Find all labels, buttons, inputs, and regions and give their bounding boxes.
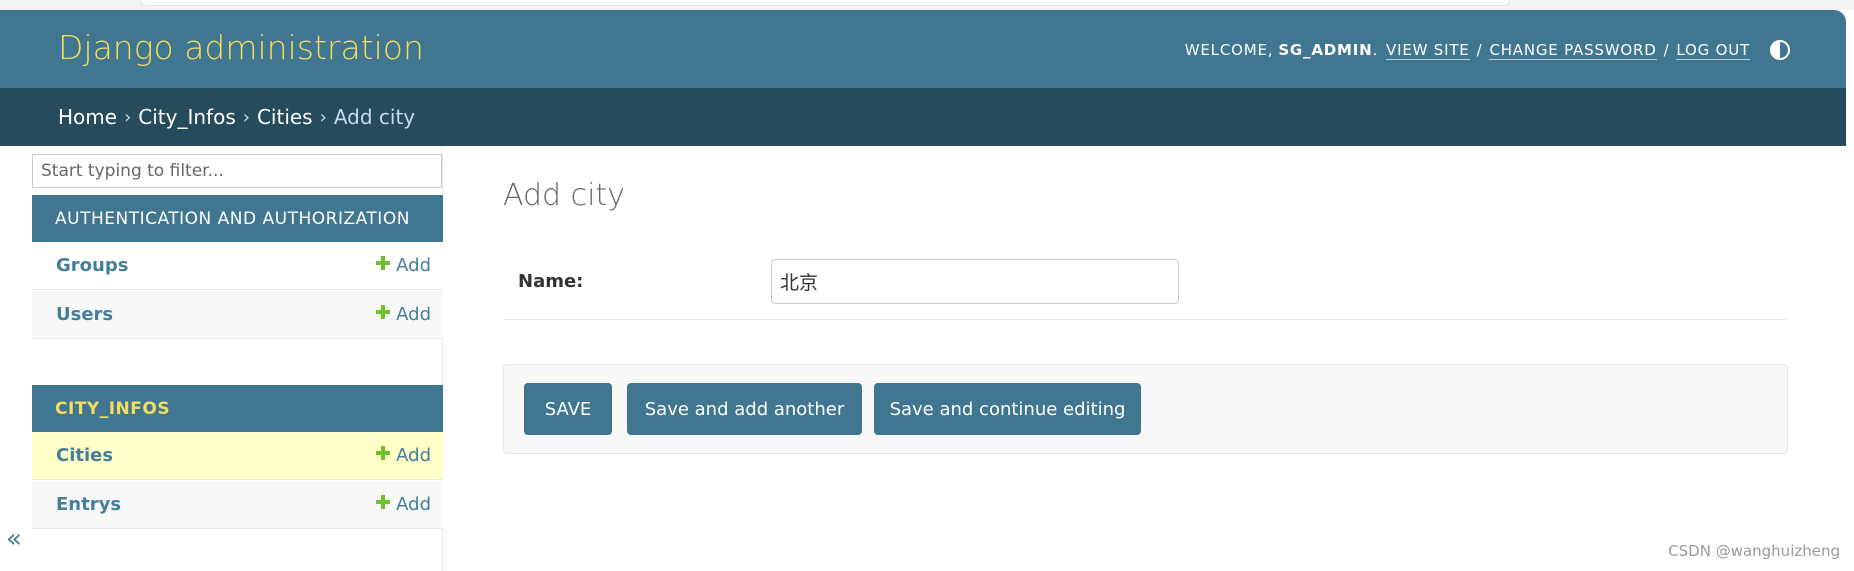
breadcrumb-app[interactable]: City_Infos: [138, 105, 235, 129]
sidebar-collapse-icon[interactable]: «: [6, 524, 22, 554]
add-users-link[interactable]: Add: [376, 304, 431, 325]
plus-icon: [376, 445, 391, 460]
add-label: Add: [396, 304, 431, 325]
theme-toggle-icon[interactable]: [1770, 40, 1790, 60]
nav-filter-input[interactable]: [32, 154, 442, 188]
browser-address-edge: [140, 0, 1510, 6]
model-link-entrys[interactable]: Entrys: [56, 494, 121, 515]
breadcrumb-separator: ›: [319, 106, 327, 128]
watermark: CSDN @wanghuizheng: [1668, 542, 1840, 560]
site-branding[interactable]: Django administration: [58, 28, 424, 67]
nav-sidebar: AUTHENTICATION AND AUTHORIZATION Groups …: [31, 146, 443, 571]
model-link-cities[interactable]: Cities: [56, 445, 113, 466]
breadcrumb-home[interactable]: Home: [58, 105, 117, 129]
header: Django administration WELCOME, SG_ADMIN …: [0, 10, 1846, 88]
name-field-label: Name:: [518, 271, 584, 292]
add-entrys-link[interactable]: Add: [376, 494, 431, 515]
model-link-users[interactable]: Users: [56, 304, 113, 325]
welcome-period: .: [1372, 41, 1379, 59]
breadcrumb-separator: ›: [242, 106, 250, 128]
welcome-text: WELCOME,: [1184, 41, 1274, 59]
user-tools: WELCOME, SG_ADMIN . VIEW SITE / CHANGE P…: [1185, 40, 1790, 60]
page: Django administration WELCOME, SG_ADMIN …: [0, 0, 1854, 571]
module-caption-city-infos[interactable]: CITY_INFOS: [32, 385, 443, 432]
model-link-groups[interactable]: Groups: [56, 255, 128, 276]
save-and-continue-button[interactable]: Save and continue editing: [874, 383, 1141, 435]
add-groups-link[interactable]: Add: [376, 255, 431, 276]
add-cities-link[interactable]: Add: [376, 445, 431, 466]
sidebar-item-users: Users Add: [32, 291, 443, 339]
add-label: Add: [396, 445, 431, 466]
name-field[interactable]: [771, 259, 1179, 304]
separator: /: [1476, 41, 1483, 59]
breadcrumb-current: Add city: [333, 105, 416, 129]
submit-row: SAVE Save and add another Save and conti…: [503, 364, 1788, 454]
module-caption-auth[interactable]: AUTHENTICATION AND AUTHORIZATION: [32, 195, 443, 242]
sidebar-item-entrys: Entrys Add: [32, 481, 443, 529]
add-label: Add: [396, 494, 431, 515]
form-row-name: Name:: [503, 250, 1788, 320]
browser-top-strip: [0, 0, 1854, 10]
breadcrumb-model[interactable]: Cities: [257, 105, 313, 129]
separator: /: [1663, 41, 1670, 59]
plus-icon: [376, 255, 391, 270]
sidebar-item-groups: Groups Add: [32, 242, 443, 290]
username: SG_ADMIN: [1278, 41, 1373, 59]
plus-icon: [376, 494, 391, 509]
plus-icon: [376, 304, 391, 319]
log-out-link[interactable]: LOG OUT: [1676, 41, 1750, 60]
change-password-link[interactable]: CHANGE PASSWORD: [1489, 41, 1657, 60]
page-title: Add city: [503, 178, 625, 213]
add-label: Add: [396, 255, 431, 276]
view-site-link[interactable]: VIEW SITE: [1386, 41, 1470, 60]
breadcrumb: Home › City_Infos › Cities › Add city: [0, 88, 1846, 146]
save-button[interactable]: SAVE: [524, 383, 612, 435]
sidebar-item-cities: Cities Add: [32, 432, 443, 480]
breadcrumb-separator: ›: [124, 106, 132, 128]
save-and-add-another-button[interactable]: Save and add another: [627, 383, 862, 435]
